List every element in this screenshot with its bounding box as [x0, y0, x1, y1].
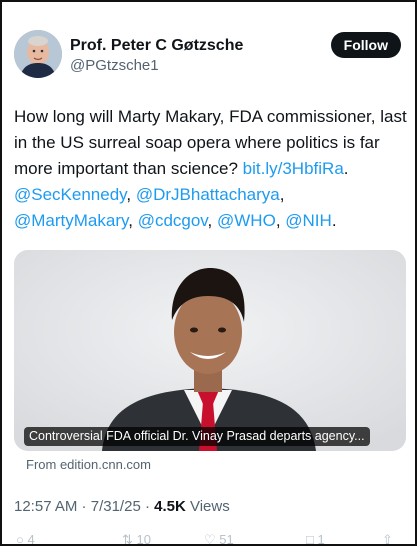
- like-action[interactable]: ♡ 51: [204, 532, 234, 546]
- mention-martymakary[interactable]: @MartyMakary: [14, 211, 128, 230]
- views-count: 4.5K: [154, 498, 186, 515]
- tweet-card: Prof. Peter C Gøtzsche @PGtzsche1 Follow…: [0, 0, 417, 546]
- person-photo-icon: [14, 250, 406, 451]
- bookmark-count: 1: [317, 532, 325, 546]
- bookmark-action[interactable]: □ 1: [306, 532, 325, 546]
- mention-seckennedy[interactable]: @SecKennedy: [14, 185, 126, 204]
- author-avatar[interactable]: [14, 30, 62, 78]
- mention-cdcgov[interactable]: @cdcgov: [138, 211, 208, 230]
- heart-icon: ♡: [204, 532, 216, 546]
- retweet-icon: ⇅: [122, 532, 133, 546]
- share-icon: ⇧: [382, 532, 393, 546]
- follow-button[interactable]: Follow: [330, 32, 401, 58]
- reply-count: 4: [27, 532, 35, 546]
- author-name[interactable]: Prof. Peter C Gøtzsche: [70, 37, 243, 55]
- tweet-header: Prof. Peter C Gøtzsche @PGtzsche1 Follow: [14, 30, 401, 82]
- link-card-image[interactable]: Controversial FDA official Dr. Vinay Pra…: [14, 250, 406, 451]
- tweet-link[interactable]: bit.ly/3HbfiRa: [243, 159, 344, 178]
- retweet-count: 10: [136, 532, 151, 546]
- retweet-action[interactable]: ⇅ 10: [122, 532, 151, 546]
- tweet-text: How long will Marty Makary, FDA commissi…: [14, 107, 407, 230]
- reply-action[interactable]: ○ 4: [16, 532, 35, 546]
- link-card-caption: Controversial FDA official Dr. Vinay Pra…: [24, 427, 370, 446]
- link-card-source[interactable]: From edition.cnn.com: [26, 457, 151, 472]
- tweet-time[interactable]: 12:57 AM: [14, 498, 77, 515]
- reply-icon: ○: [16, 532, 24, 546]
- mention-drjbhattacharya[interactable]: @DrJBhattacharya: [136, 185, 280, 204]
- tweet-date[interactable]: 7/31/25: [91, 498, 141, 515]
- views-label: Views: [189, 498, 230, 515]
- avatar-portrait-icon: [14, 30, 62, 78]
- tweet-actions: ○ 4 ⇅ 10 ♡ 51 □ 1 ⇧: [14, 532, 403, 546]
- bookmark-icon: □: [306, 532, 314, 546]
- mention-who[interactable]: @WHO: [217, 211, 276, 230]
- mention-nih[interactable]: @NIH: [285, 211, 332, 230]
- tweet-period: .: [343, 159, 349, 178]
- tweet-meta: 12:57 AM · 7/31/25 · 4.5K Views: [14, 498, 230, 515]
- author-handle[interactable]: @PGtzsche1: [70, 57, 159, 74]
- like-count: 51: [219, 532, 234, 546]
- share-action[interactable]: ⇧: [382, 532, 393, 546]
